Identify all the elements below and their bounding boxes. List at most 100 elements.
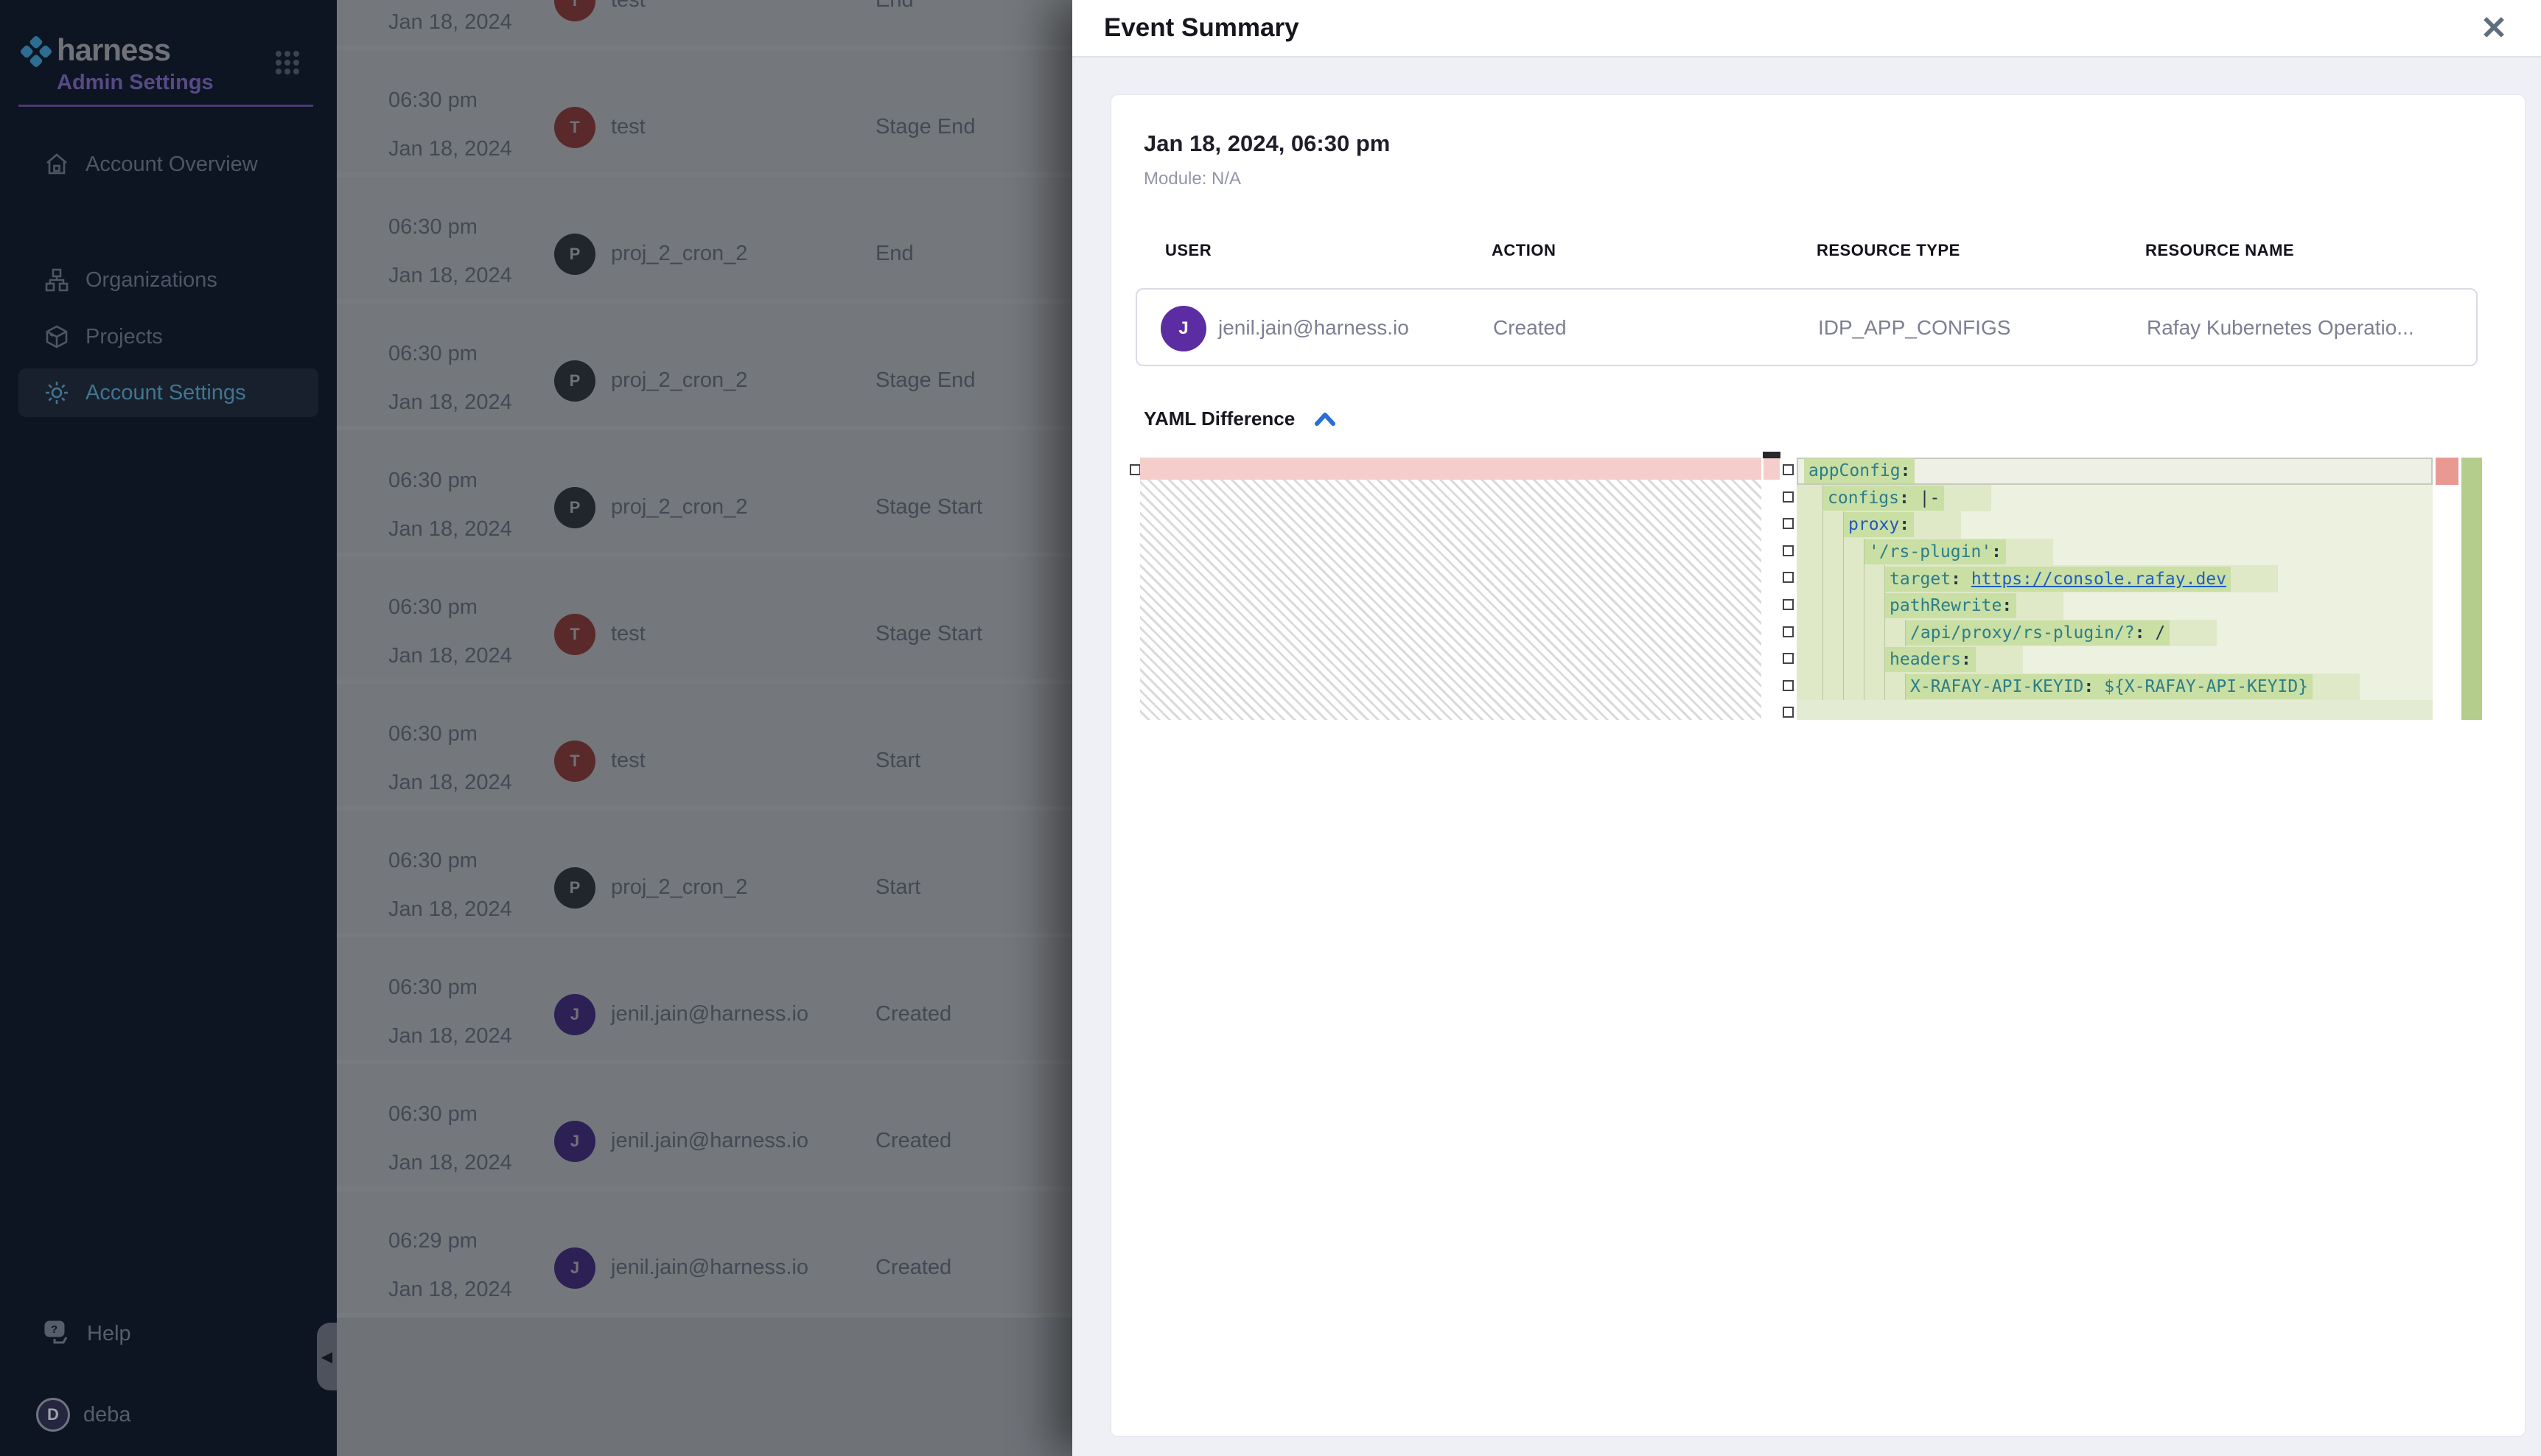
audit-user-avatar: T: [554, 614, 595, 655]
sidebar-item-account-overview[interactable]: Account Overview: [18, 140, 318, 189]
diff-line-checkbox[interactable]: [1783, 464, 1794, 475]
diff-line-checkbox[interactable]: [1130, 464, 1141, 475]
event-table-row: J jenil.jain@harness.io Created IDP_APP_…: [1136, 288, 2478, 366]
diff-pane-divider: [1761, 458, 1764, 720]
indent-guides: [1803, 673, 1906, 701]
audit-row[interactable]: 06:30 pmJan 18, 2024TtestStart: [337, 684, 1072, 811]
event-action: Created: [1493, 316, 1567, 340]
audit-action: Created: [875, 1129, 951, 1153]
indent-guides: [1803, 592, 1885, 620]
audit-user-avatar: J: [554, 1121, 595, 1162]
sidebar-item-projects[interactable]: Projects: [18, 312, 318, 361]
indent-guides: [1803, 565, 1885, 592]
svg-text:?: ?: [51, 1323, 57, 1336]
diff-removed-line: [1140, 458, 1780, 480]
audit-action: Stage Start: [875, 495, 982, 519]
audit-date: Jan 18, 2024: [388, 517, 512, 542]
sidebar-item-label: Organizations: [85, 268, 217, 293]
audit-row[interactable]: 06:30 pmJan 18, 2024Pproj_2_cron_2End: [337, 177, 1072, 304]
diff-line-checkbox[interactable]: [1783, 653, 1794, 664]
audit-row[interactable]: 06:30 pmJan 18, 2024TtestStage End: [337, 50, 1072, 177]
audit-time: 06:29 pm: [388, 1229, 478, 1253]
diff-added-code-line: X-RAFAY-API-KEYID: ${X-RAFAY-API-KEYID}: [1797, 673, 2433, 701]
home-icon: [44, 152, 69, 177]
diff-added-code-line: appConfig:: [1797, 458, 2433, 485]
audit-user: jenil.jain@harness.io: [611, 1256, 808, 1280]
audit-time: 06:30 pm: [388, 88, 478, 113]
audit-user: jenil.jain@harness.io: [611, 1129, 808, 1153]
diff-line-checkbox[interactable]: [1783, 572, 1794, 583]
audit-date: Jan 18, 2024: [388, 897, 512, 922]
cube-icon: [44, 324, 69, 349]
gear-icon: [44, 380, 69, 405]
audit-user: jenil.jain@harness.io: [611, 1002, 808, 1026]
sidebar-item-label: Account Overview: [85, 153, 258, 177]
indent-guides: [1803, 646, 1885, 673]
audit-row[interactable]: 06:30 pmJan 18, 2024TtestStage Start: [337, 557, 1072, 684]
yaml-difference-toggle[interactable]: YAML Difference: [1144, 407, 1336, 430]
audit-date: Jan 18, 2024: [388, 1024, 512, 1049]
brand-name: harness: [57, 32, 170, 68]
diff-ruler-added-strip: [2461, 458, 2482, 720]
audit-action: End: [875, 242, 914, 266]
sidebar-item-account-settings[interactable]: Account Settings: [18, 368, 318, 417]
event-resource-type: IDP_APP_CONFIGS: [1818, 316, 2010, 340]
yaml-difference-label: YAML Difference: [1144, 407, 1295, 430]
indent-guides: [1803, 620, 1906, 647]
audit-time: 06:30 pm: [388, 595, 478, 620]
org-icon: [44, 267, 69, 293]
audit-user-avatar: J: [554, 1247, 595, 1289]
diff-added-code-line: configs: |-: [1797, 485, 2433, 512]
audit-user: test: [611, 749, 646, 773]
event-user: jenil.jain@harness.io: [1218, 316, 1409, 340]
audit-time: 06:30 pm: [388, 849, 478, 873]
chevron-up-icon: [1314, 411, 1336, 427]
harness-logo-icon: [20, 35, 52, 68]
diff-right-gutter: [1783, 458, 1797, 720]
audit-row[interactable]: 06:30 pmJan 18, 2024Pproj_2_cron_2Stage …: [337, 430, 1072, 557]
audit-date: Jan 18, 2024: [388, 1151, 512, 1175]
audit-user-avatar: J: [554, 994, 595, 1035]
audit-row[interactable]: 06:30 pmJan 18, 2024Jjenil.jain@harness.…: [337, 937, 1072, 1064]
sidebar: harness Admin Settings Account Overview O…: [0, 0, 337, 1456]
audit-row[interactable]: 06:30 pmJan 18, 2024Pproj_2_cron_2Stage …: [337, 304, 1072, 430]
audit-user-avatar: P: [554, 234, 595, 275]
diff-ruler-removed-marker: [2436, 458, 2458, 485]
event-resource-name: Rafay Kubernetes Operatio...: [2147, 316, 2414, 340]
pagination-bar: (41 - 60) of 10876 ← Prev 1: [337, 1317, 1072, 1456]
diff-line-checkbox[interactable]: [1783, 599, 1794, 610]
brand-subtitle: Admin Settings: [57, 71, 214, 95]
sidebar-item-help[interactable]: ? Help: [18, 1309, 284, 1358]
diff-line-checkbox[interactable]: [1783, 491, 1794, 503]
sidebar-user[interactable]: D deba: [18, 1390, 284, 1439]
audit-row[interactable]: 06:29 pmJan 18, 2024Jjenil.jain@harness.…: [337, 1191, 1072, 1317]
audit-date: Jan 18, 2024: [388, 644, 512, 668]
diff-line-checkbox[interactable]: [1783, 518, 1794, 529]
audit-row[interactable]: 06:30 pmJan 18, 2024Jjenil.jain@harness.…: [337, 1064, 1072, 1191]
diff-added-code-line: '/rs-plugin':: [1797, 539, 2433, 566]
col-header-resource-type: RESOURCE TYPE: [1817, 241, 1960, 260]
audit-user: proj_2_cron_2: [611, 242, 747, 266]
diff-line-checkbox[interactable]: [1783, 545, 1794, 556]
audit-time: 06:30 pm: [388, 342, 478, 366]
audit-user: proj_2_cron_2: [611, 368, 747, 393]
sidebar-item-organizations[interactable]: Organizations: [18, 256, 318, 304]
sidebar-item-label: Account Settings: [85, 381, 246, 405]
screen: harness Admin Settings Account Overview O…: [0, 0, 2541, 1456]
diff-line-checkbox[interactable]: [1783, 680, 1794, 691]
audit-row[interactable]: 06:30 pmJan 18, 2024Pproj_2_cron_2Start: [337, 811, 1072, 937]
module-grid-icon[interactable]: [275, 50, 300, 75]
audit-row[interactable]: 06:30 pmJan 18, 2024TtestEnd: [337, 0, 1072, 50]
diff-empty-pane-hatch: [1140, 480, 1761, 720]
diff-line-checkbox[interactable]: [1783, 707, 1794, 718]
user-name: deba: [83, 1403, 131, 1427]
help-chat-icon: ?: [44, 1320, 71, 1347]
audit-rows: 06:30 pmJan 18, 2024TtestEnd06:30 pmJan …: [337, 0, 1072, 1317]
audit-user: proj_2_cron_2: [611, 495, 747, 519]
sidebar-divider: [18, 105, 313, 107]
close-icon[interactable]: ✕: [2473, 7, 2514, 49]
audit-action: End: [875, 0, 914, 13]
sidebar-collapse-handle[interactable]: ◀: [317, 1323, 337, 1390]
yaml-diff-viewer: appConfig:configs: |-proxy:'/rs-plugin':…: [1128, 458, 2488, 720]
diff-line-checkbox[interactable]: [1783, 626, 1794, 637]
